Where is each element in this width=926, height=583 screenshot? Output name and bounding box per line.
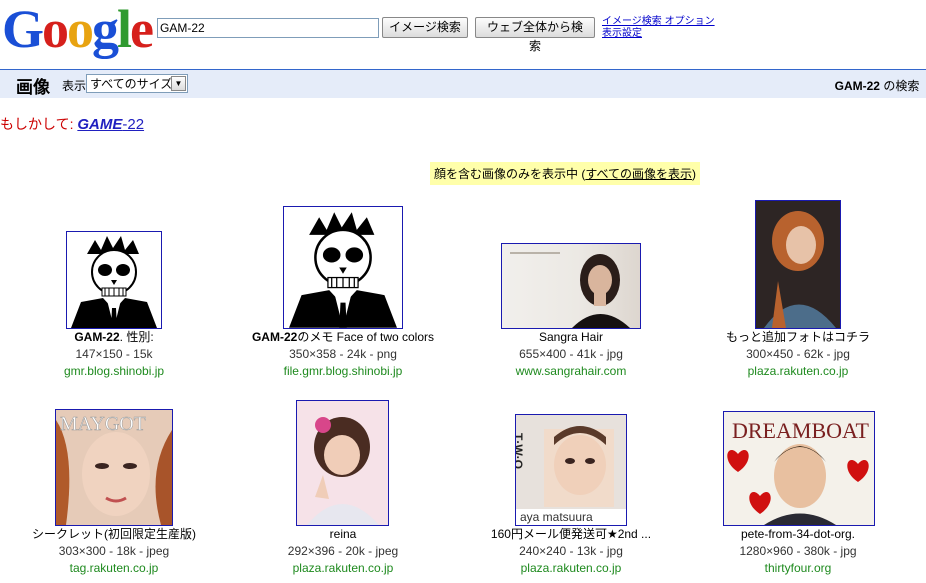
search-input[interactable]: GAM-22 — [157, 18, 379, 38]
query-summary: GAM-22 の検索 — [835, 77, 926, 94]
did-you-mean-link[interactable]: GAME-22 — [77, 116, 144, 133]
did-you-mean-rest: -22 — [122, 116, 145, 133]
album-cover-image: MAYGOT — [56, 410, 172, 525]
result-thumbnail-8[interactable]: DREAMBOAT — [723, 411, 875, 526]
result-title[interactable]: GAM-22のメモ Face of two colors — [233, 329, 453, 346]
did-you-mean-bold: GAME — [77, 116, 123, 133]
result-title-rest: . 性別: — [119, 330, 154, 344]
size-label: 表示 — [62, 79, 87, 93]
header-links: イメージ検索 オプション 表示設定 — [602, 16, 715, 40]
reina-photo-image — [297, 401, 388, 525]
google-logo[interactable]: Google — [2, 2, 154, 56]
result-caption-1: GAM-22. 性別: 147×150 - 15k gmr.blog.shino… — [4, 329, 224, 380]
result-title-rest: 160円メール便発送可★2nd ... — [490, 527, 652, 541]
query-term: GAM-22 — [834, 79, 880, 93]
result-title-rest: reina — [329, 527, 357, 541]
result-meta: 300×450 - 62k - jpg — [746, 347, 850, 361]
dreamboat-text: DREAMBOAT — [732, 418, 869, 443]
display-settings-link[interactable]: 表示設定 — [602, 28, 715, 40]
web-search-button[interactable]: ウェブ全体から検索 — [475, 17, 595, 53]
chevron-down-icon[interactable]: ▼ — [171, 76, 186, 91]
result-thumbnail-6[interactable] — [296, 400, 389, 526]
results-bar: 画像 表示 すべてのサイズ ▼ GAM-22 の検索 — [0, 69, 926, 98]
result-caption-4: もっと追加フォトはコチラ 300×450 - 62k - jpg plaza.r… — [688, 329, 908, 380]
result-title-bold: GAM-22 — [74, 330, 120, 344]
cd-cover-image: T·W·O aya matsuura — [516, 415, 626, 525]
album-title-text: MAYGOT — [60, 413, 146, 435]
result-meta: 1280×960 - 380k - jpg — [739, 544, 857, 558]
result-caption-6: reina 292×396 - 20k - jpeg plaza.rakuten… — [233, 526, 453, 577]
cd-side-text: T·W·O — [516, 433, 525, 469]
skull-image — [71, 236, 157, 328]
result-title[interactable]: もっと追加フォトはコチラ — [688, 329, 908, 346]
result-meta: 292×396 - 20k - jpeg — [287, 544, 399, 558]
result-title[interactable]: 160円メール便発送可★2nd ... — [461, 526, 681, 543]
result-title[interactable]: GAM-22. 性別: — [4, 329, 224, 346]
did-you-mean-prefix: もしかして: — [0, 116, 78, 132]
result-url: plaza.rakuten.co.jp — [520, 561, 622, 575]
notice-text: 顔を含む画像のみを表示中 ( — [434, 167, 586, 181]
result-title-rest: のメモ Face of two colors — [297, 330, 435, 344]
result-meta: 350×358 - 24k - png — [289, 347, 397, 361]
result-url: tag.rakuten.co.jp — [69, 561, 159, 575]
result-title[interactable]: Sangra Hair — [461, 329, 681, 346]
result-meta: 147×150 - 15k — [75, 347, 153, 361]
result-caption-3: Sangra Hair 655×400 - 41k - jpg www.sang… — [461, 329, 681, 380]
size-select[interactable]: すべてのサイズ ▼ — [86, 74, 188, 93]
result-caption-2: GAM-22のメモ Face of two colors 350×358 - 2… — [233, 329, 453, 380]
faces-filter-notice: 顔を含む画像のみを表示中 (すべての画像を表示) — [430, 162, 701, 185]
result-url: plaza.rakuten.co.jp — [747, 364, 849, 378]
result-caption-5: シークレット(初回限定生産版) 303×300 - 18k - jpeg tag… — [4, 526, 224, 577]
result-thumbnail-3[interactable] — [501, 243, 641, 329]
woman-photo-image — [510, 252, 630, 328]
result-thumbnail-5[interactable]: MAYGOT — [55, 409, 173, 526]
cd-bottom-text: aya matsuura — [520, 510, 593, 524]
result-meta: 240×240 - 13k - jpg — [519, 544, 623, 558]
section-title: 画像 — [16, 78, 50, 97]
result-title-rest: Sangra Hair — [538, 330, 604, 344]
query-suffix: の検索 — [879, 79, 920, 93]
result-caption-7: 160円メール便発送可★2nd ... 240×240 - 13k - jpg … — [461, 526, 681, 577]
result-url: thirtyfour.org — [764, 561, 832, 575]
skull-image — [289, 212, 397, 328]
result-thumbnail-4[interactable] — [755, 200, 841, 329]
result-title[interactable]: reina — [233, 526, 453, 543]
show-all-images-link[interactable]: すべての画像を表示 — [585, 167, 692, 181]
result-title[interactable]: シークレット(初回限定生産版) — [4, 526, 224, 543]
result-meta: 655×400 - 41k - jpg — [519, 347, 623, 361]
result-title-rest: シークレット(初回限定生産版) — [32, 527, 196, 541]
result-title[interactable]: pete-from-34-dot-org. — [688, 526, 908, 543]
result-thumbnail-1[interactable] — [66, 231, 162, 329]
result-caption-8: pete-from-34-dot-org. 1280×960 - 380k - … — [688, 526, 908, 577]
result-thumbnail-7[interactable]: T·W·O aya matsuura — [515, 414, 627, 526]
notice-end: ) — [692, 167, 697, 181]
result-title-bold: GAM-22 — [251, 330, 298, 344]
did-you-mean: もしかして: GAME-22 — [0, 114, 144, 134]
size-select-value: すべてのサイズ — [90, 77, 173, 91]
image-search-options-link[interactable]: イメージ検索 オプション — [602, 16, 715, 28]
result-title-rest: もっと追加フォトはコチラ — [725, 330, 870, 344]
singer-photo-image — [756, 201, 840, 328]
dreamboat-image: DREAMBOAT — [724, 412, 874, 525]
image-search-button[interactable]: イメージ検索 — [382, 17, 468, 38]
result-title-rest: pete-from-34-dot-org. — [740, 527, 856, 541]
result-meta: 303×300 - 18k - jpeg — [58, 544, 170, 558]
result-url: file.gmr.blog.shinobi.jp — [283, 364, 403, 378]
result-url: gmr.blog.shinobi.jp — [63, 364, 165, 378]
result-url: plaza.rakuten.co.jp — [292, 561, 394, 575]
result-thumbnail-2[interactable] — [283, 206, 403, 329]
result-url: www.sangrahair.com — [515, 364, 627, 378]
